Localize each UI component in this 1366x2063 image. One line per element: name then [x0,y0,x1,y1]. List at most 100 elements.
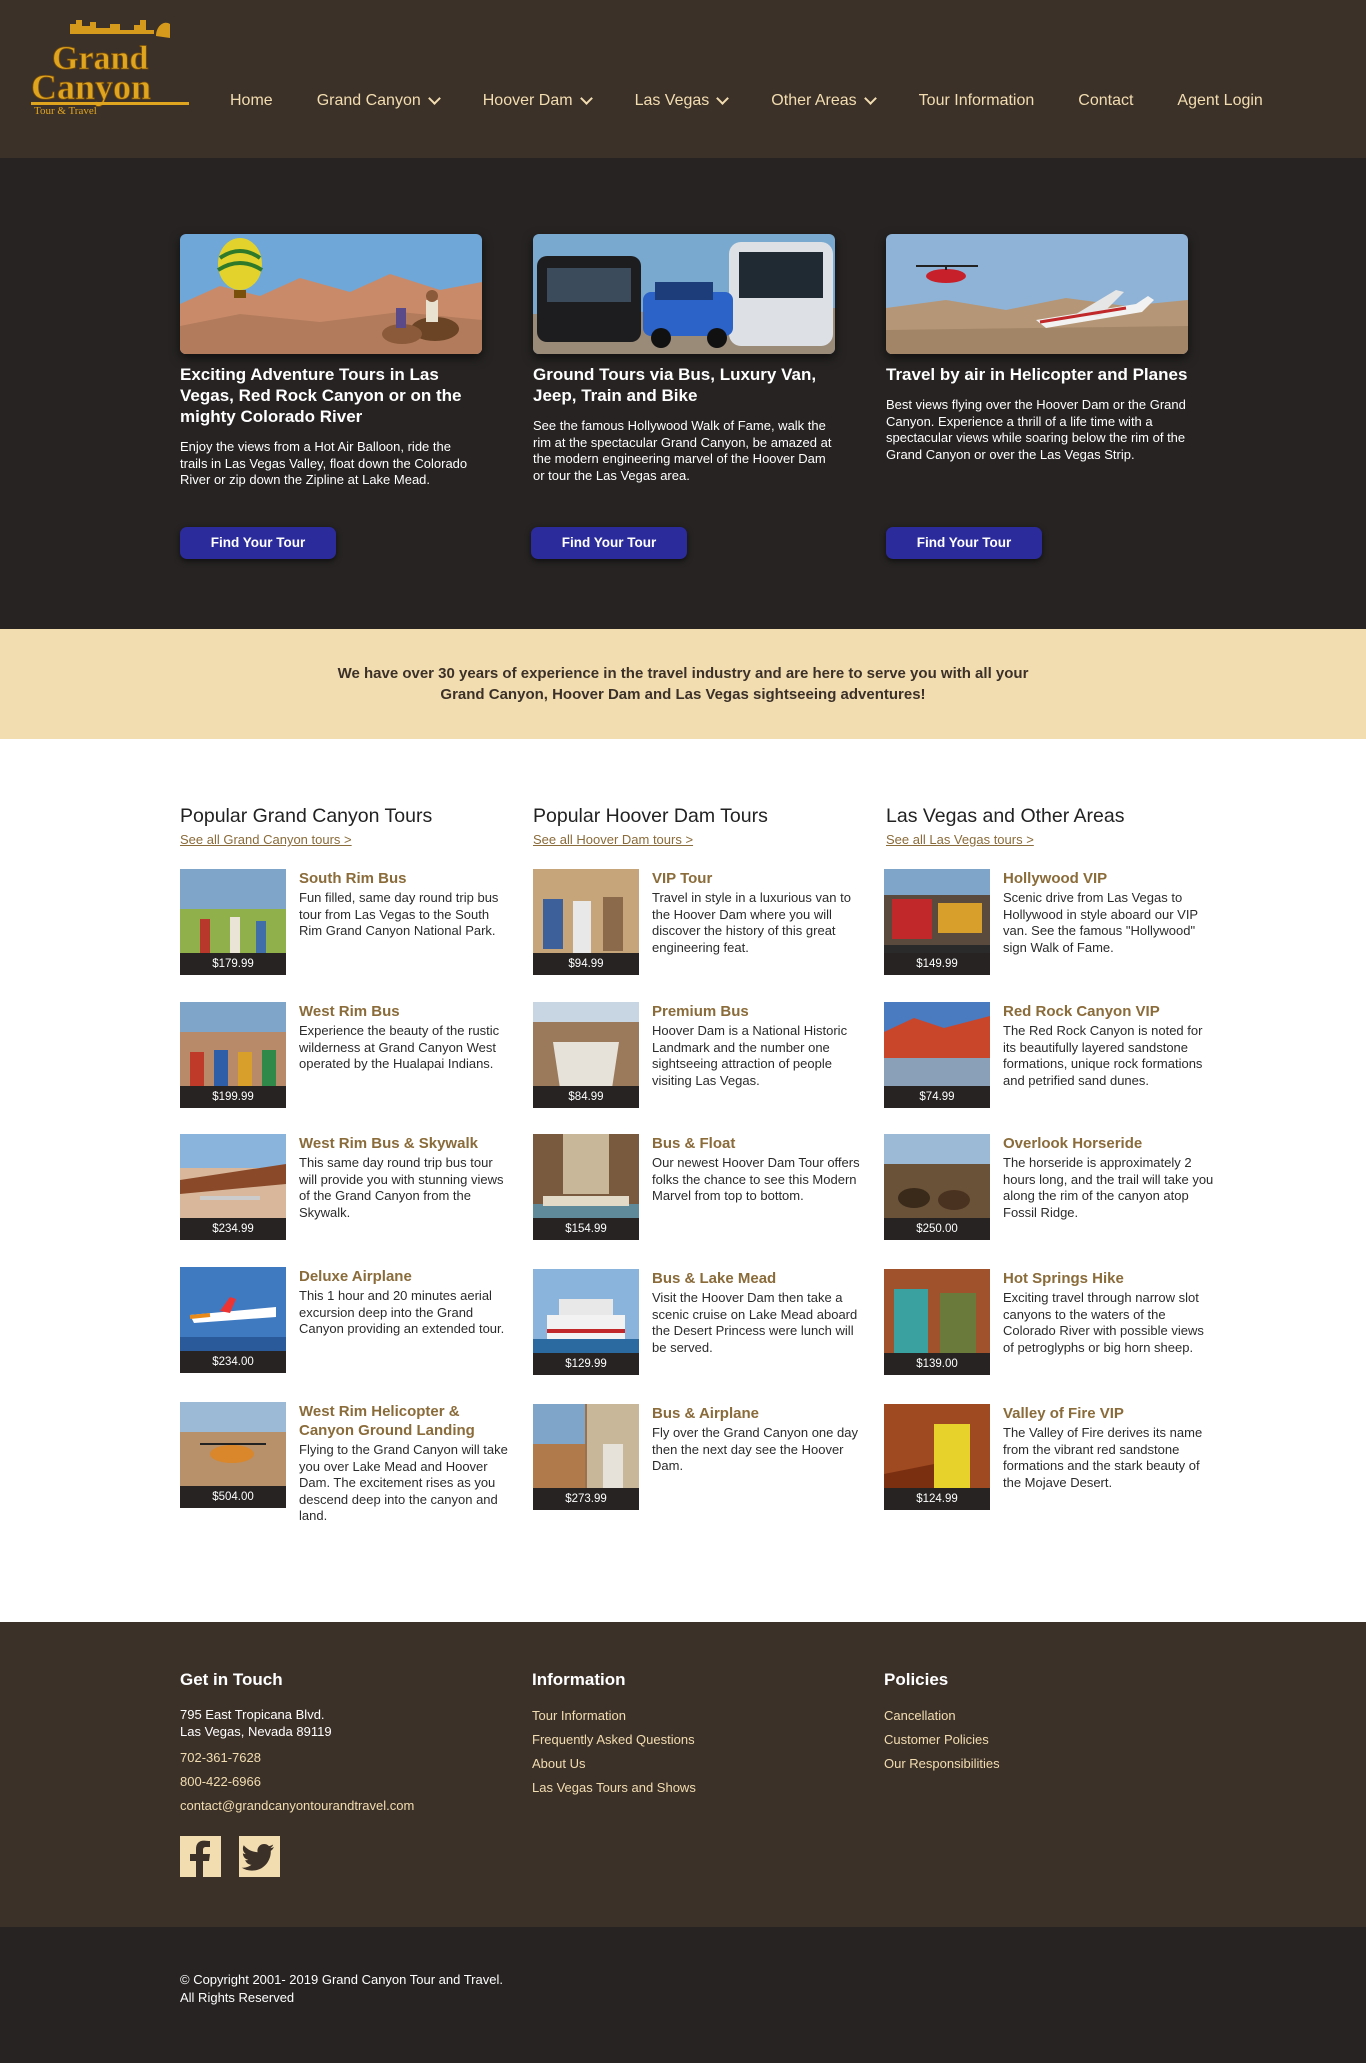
column-title: Las Vegas and Other Areas [886,805,1125,827]
brand-logo[interactable]: Grand Canyon Tour & Travel [30,16,198,117]
hero-section: Exciting Adventure Tours in Las Vegas, R… [0,158,1366,629]
nav-label: Hoover Dam [482,92,573,109]
footer-link-cancellation[interactable]: Cancellation [884,1704,1000,1728]
tour-thumbnail[interactable]: $149.99 [884,869,990,975]
tour-description: Our newest Hoover Dam Tour offers folks … [652,1155,860,1203]
tour-thumbnail[interactable]: $234.00 [180,1267,286,1373]
footer-link-tour-information[interactable]: Tour Information [532,1704,696,1728]
nav-agent-login[interactable]: Agent Login [1177,92,1262,110]
phone-link[interactable]: 800-422-6966 [180,1770,414,1794]
find-your-tour-button-adventure[interactable]: Find Your Tour [180,527,336,559]
nav-label: Contact [1078,92,1134,109]
tour-name[interactable]: Premium Bus [652,1002,864,1021]
tour-price: $273.99 [533,1488,639,1510]
email-link[interactable]: contact@grandcanyontourandtravel.com [180,1794,414,1818]
tour-description: Hoover Dam is a National Historic Landma… [652,1023,848,1088]
svg-text:Canyon: Canyon [31,67,151,107]
nav-home[interactable]: Home [230,92,273,110]
tour-thumbnail[interactable]: $154.99 [533,1134,639,1240]
tour-name[interactable]: Red Rock Canyon VIP [1003,1002,1215,1021]
tour-description: Fun filled, same day round trip bus tour… [299,890,499,938]
tour-thumbnail[interactable]: $273.99 [533,1404,639,1510]
hero-card-title: Exciting Adventure Tours in Las Vegas, R… [180,365,462,426]
hero-card-adventure: Exciting Adventure Tours in Las Vegas, R… [180,234,482,489]
tour-name[interactable]: West Rim Helicopter & Canyon Ground Land… [299,1402,511,1440]
tour-thumbnail[interactable]: $250.00 [884,1134,990,1240]
nav-label: Other Areas [771,92,857,109]
phone-link[interactable]: 702-361-7628 [180,1746,414,1770]
tour-description: Exciting travel through narrow slot cany… [1003,1290,1204,1355]
nav-contact[interactable]: Contact [1078,92,1133,110]
tour-thumbnail[interactable]: $139.00 [884,1269,990,1375]
nav-label: Agent Login [1177,92,1263,109]
footer-link-faq[interactable]: Frequently Asked Questions [532,1728,696,1752]
nav-grand-canyon[interactable]: Grand Canyon [316,92,441,110]
hero-image-adventure[interactable] [180,234,482,354]
footer-link-responsibilities[interactable]: Our Responsibilities [884,1752,1000,1776]
tour-price: $199.99 [180,1086,286,1108]
nav-label: Home [230,92,273,109]
tour-name[interactable]: Overlook Horseride [1003,1134,1215,1153]
tour-name[interactable]: Bus & Float [652,1134,864,1153]
site-footer: Get in Touch 795 East Tropicana Blvd. La… [0,1622,1366,1927]
tour-thumbnail[interactable]: $84.99 [533,1002,639,1108]
column-title: Popular Grand Canyon Tours [180,805,433,827]
tour-thumbnail[interactable]: $234.99 [180,1134,286,1240]
footer-information-column: Information Tour Information Frequently … [532,1670,696,1800]
hero-image-air[interactable] [886,234,1188,354]
address-line: 795 East Tropicana Blvd. [180,1707,325,1722]
see-all-hoover-dam-link[interactable]: See all Hoover Dam tours > [533,832,693,847]
hero-image-ground[interactable] [533,234,835,354]
find-your-tour-button-air[interactable]: Find Your Tour [886,527,1042,559]
tour-thumbnail[interactable]: $94.99 [533,869,639,975]
nav-label: Grand Canyon [316,92,421,109]
tour-price: $504.00 [180,1486,286,1508]
copyright-line: All Rights Reserved [180,1990,295,2005]
tour-price: $94.99 [533,953,639,975]
tour-thumbnail[interactable]: $199.99 [180,1002,286,1108]
social-links [180,1836,414,1877]
tour-thumbnail[interactable]: $74.99 [884,1002,990,1108]
hoover-dam-tours-column: Popular Hoover Dam Tours See all Hoover … [533,805,853,849]
facebook-icon[interactable] [180,1836,221,1877]
see-all-las-vegas-link[interactable]: See all Las Vegas tours > [886,832,1034,847]
tour-description: The Red Rock Canyon is noted for its bea… [1003,1023,1203,1088]
footer-link-about-us[interactable]: About Us [532,1752,696,1776]
twitter-icon[interactable] [239,1836,280,1877]
tour-name[interactable]: Bus & Airplane [652,1404,864,1423]
tour-description: Fly over the Grand Canyon one day then t… [652,1425,858,1473]
tour-price: $124.99 [884,1488,990,1510]
tour-name[interactable]: South Rim Bus [299,869,511,888]
tour-name[interactable]: Deluxe Airplane [299,1267,511,1286]
tour-name[interactable]: VIP Tour [652,869,864,888]
tour-name[interactable]: Hot Springs Hike [1003,1269,1215,1288]
footer-link-tours-and-shows[interactable]: Las Vegas Tours and Shows [532,1776,696,1800]
footer-link-customer-policies[interactable]: Customer Policies [884,1728,1000,1752]
nav-hoover-dam[interactable]: Hoover Dam [482,92,593,110]
tour-thumbnail[interactable]: $124.99 [884,1404,990,1510]
nav-tour-information[interactable]: Tour Information [919,92,1035,110]
tour-thumbnail[interactable]: $129.99 [533,1269,639,1375]
tour-name[interactable]: West Rim Bus [299,1002,511,1021]
find-your-tour-button-ground[interactable]: Find Your Tour [531,527,687,559]
chevron-down-icon [863,92,877,105]
nav-las-vegas[interactable]: Las Vegas [635,92,730,110]
footer-heading: Policies [884,1670,949,1689]
tour-thumbnail[interactable]: $504.00 [180,1402,286,1508]
nav-other-areas[interactable]: Other Areas [771,92,877,110]
tour-price: $179.99 [180,953,286,975]
hero-card-title: Ground Tours via Bus, Luxury Van, Jeep, … [533,365,817,405]
see-all-grand-canyon-link[interactable]: See all Grand Canyon tours > [180,832,352,847]
tour-name[interactable]: Bus & Lake Mead [652,1269,864,1288]
tour-description: This same day round trip bus tour will p… [299,1155,504,1220]
tour-description: Experience the beauty of the rustic wild… [299,1023,500,1071]
tour-thumbnail[interactable]: $179.99 [180,869,286,975]
tour-description: Visit the Hoover Dam then take a scenic … [652,1290,858,1355]
nav-label: Tour Information [918,92,1035,109]
tour-price: $149.99 [884,953,990,975]
tour-name[interactable]: Hollywood VIP [1003,869,1215,888]
tour-description: This 1 hour and 20 minutes aerial excurs… [299,1288,505,1336]
tour-name[interactable]: West Rim Bus & Skywalk [299,1134,511,1153]
hero-card-text: See the famous Hollywood Walk of Fame, w… [533,418,832,483]
tour-name[interactable]: Valley of Fire VIP [1003,1404,1215,1423]
